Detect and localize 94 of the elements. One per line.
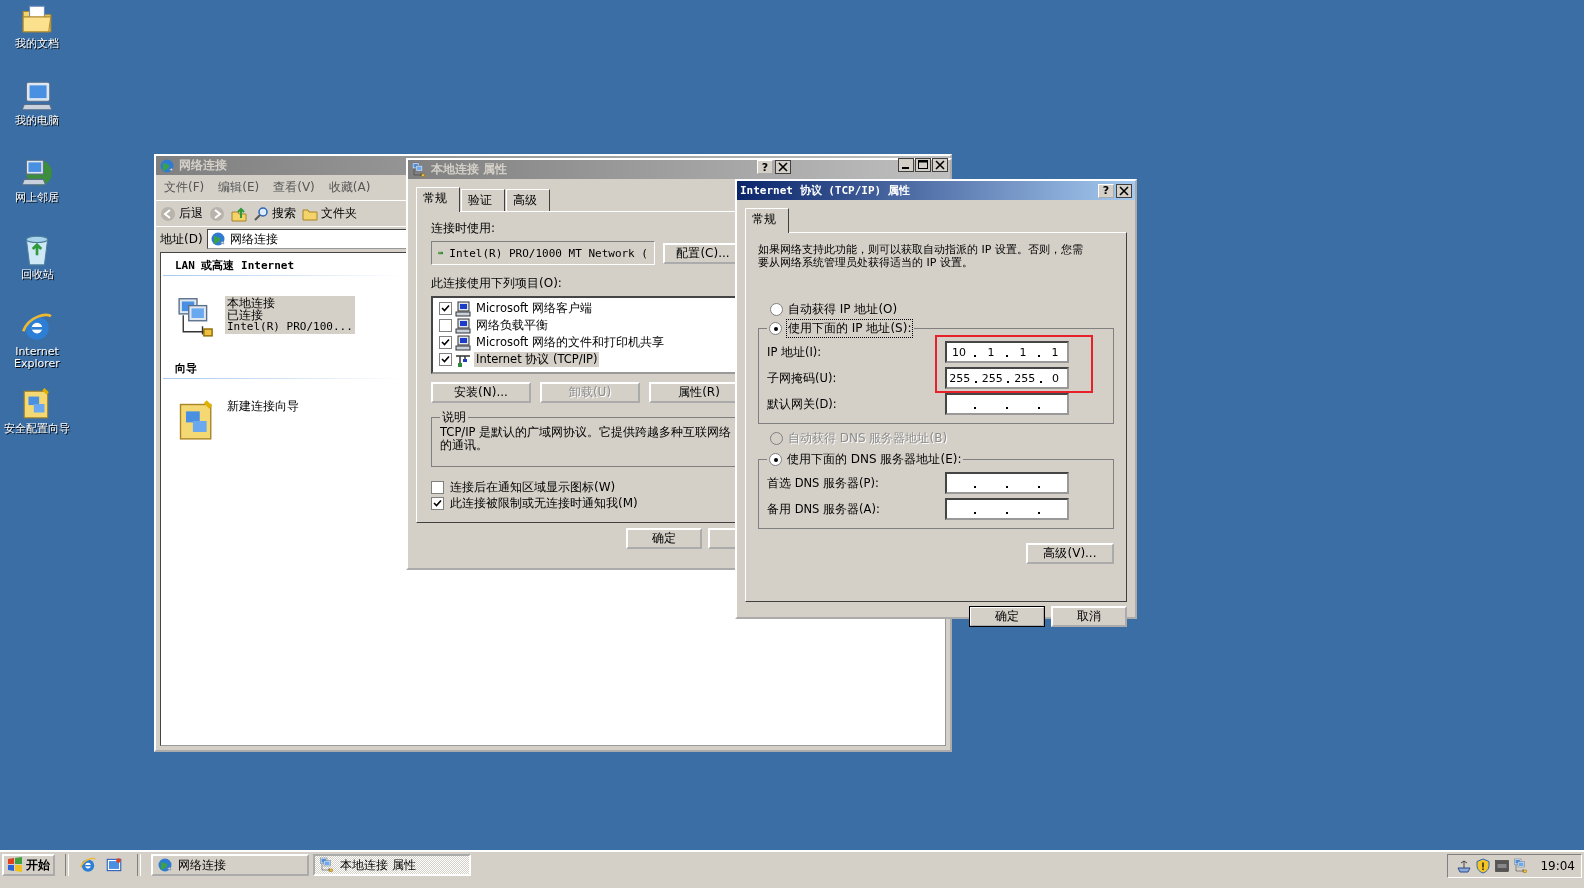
tab[interactable]: 常规 — [416, 187, 460, 212]
ok-button[interactable]: 确定 — [969, 606, 1045, 627]
field-label: 子网掩码(U): — [767, 370, 837, 386]
globe-icon — [159, 157, 175, 174]
checkbox-label[interactable]: 连接后在通知区域显示图标(W) — [450, 478, 616, 496]
virtual-machine-icon — [1494, 858, 1511, 874]
tab[interactable]: 高级 — [506, 189, 550, 211]
menu-item[interactable]: 查看(V) — [273, 179, 315, 196]
menu-item[interactable]: 编辑(E) — [218, 179, 260, 196]
checkbox[interactable] — [431, 496, 444, 510]
desktop-icon-label[interactable]: 回收站 — [4, 269, 70, 281]
globe-icon — [209, 231, 226, 247]
adapter-name: Intel(R) PRO/1000 MT Network ( — [449, 246, 648, 260]
window-title: 本地连接 属性 — [431, 161, 508, 178]
start-button[interactable]: 开始 — [2, 854, 55, 876]
address-label: 地址(D) — [160, 230, 203, 248]
cancel-button[interactable]: 取消 — [1051, 606, 1127, 627]
checkbox[interactable] — [439, 302, 452, 315]
globe-icon — [157, 857, 173, 873]
search-icon[interactable] — [253, 205, 269, 222]
clock: 19:04 — [1540, 859, 1575, 873]
component-item[interactable]: Internet 协议 (TCP/IP) — [474, 352, 600, 367]
checkbox-label[interactable]: 此连接被限制或无连接时通知我(M) — [450, 494, 638, 512]
taskbar-button[interactable]: 网络连接 — [151, 854, 309, 876]
tab[interactable]: 常规 — [745, 208, 789, 233]
computer-icon — [455, 300, 471, 317]
menu-item[interactable]: 收藏(A) — [328, 179, 371, 196]
checkbox[interactable] — [439, 353, 452, 366]
field-label: IP 地址(I): — [767, 344, 822, 360]
maximize-icon[interactable] — [915, 158, 931, 172]
help-button[interactable]: ? — [757, 160, 773, 174]
dns-address-field[interactable] — [945, 498, 1069, 520]
network-connection-icon — [411, 161, 427, 178]
computer-icon — [455, 334, 471, 351]
connect-using-label: 连接时使用: — [431, 220, 496, 237]
component-item[interactable]: Microsoft 网络客户端 — [474, 301, 594, 316]
component-item[interactable]: Microsoft 网络的文件和打印机共享 — [474, 335, 666, 350]
close-icon[interactable] — [775, 160, 791, 174]
tab[interactable]: 验证 — [461, 189, 505, 211]
desktop-icon-label[interactable]: 我的文档 — [4, 38, 70, 50]
intro-text: 如果网络支持此功能，则可以获取自动指派的 IP 设置。否则，您需要从网络系统管理员处获得适当的 IP 设置。 — [758, 243, 1084, 271]
network-icon[interactable] — [1456, 858, 1473, 874]
browser-icon — [79, 856, 97, 874]
component-item[interactable]: 网络负载平衡 — [474, 318, 550, 333]
dns-address-field[interactable] — [945, 472, 1069, 494]
checkbox[interactable] — [439, 336, 452, 349]
connection-item[interactable]: 本地连接 已连接 Intel(R) PRO/100... — [225, 296, 355, 334]
toolbar-button-label[interactable]: 后退 — [179, 205, 203, 222]
computer-icon — [455, 317, 471, 334]
ip-address-field[interactable] — [945, 393, 1069, 415]
minimize-icon[interactable] — [898, 158, 914, 172]
close-icon[interactable] — [1116, 183, 1132, 198]
taskbar-button[interactable]: 本地连接 属性 — [313, 854, 471, 876]
radio-button[interactable] — [769, 453, 782, 466]
field-label: 备用 DNS 服务器(A): — [767, 501, 880, 517]
help-button[interactable]: ? — [1098, 183, 1114, 198]
desktop-icon — [105, 856, 123, 874]
shield-icon — [1475, 858, 1492, 874]
ip-address-field[interactable]: 10 1 1 1 — [945, 341, 1069, 363]
ok-button[interactable]: 确定 — [626, 528, 702, 549]
field-label: 默认网关(D): — [767, 396, 837, 412]
window-title: Internet 协议 (TCP/IP) 属性 — [740, 183, 910, 198]
description-text: TCP/IP 是默认的广域网协议。它提供跨越多种互联网络 — [440, 426, 732, 439]
desktop-icon-label[interactable]: Internet Explorer — [4, 346, 70, 370]
group-title: 说明 — [441, 409, 467, 426]
dialog-button[interactable]: 安装(N)... — [431, 382, 531, 403]
desktop-icon-label[interactable]: 我的电脑 — [4, 115, 70, 127]
desktop-icon-label[interactable]: 安全配置向导 — [4, 423, 70, 435]
ip-address-field[interactable]: 255 255 255 0 — [945, 367, 1069, 389]
radio-label[interactable]: 自动获得 IP 地址(O) — [788, 301, 898, 318]
radio-button[interactable] — [769, 322, 782, 335]
checkbox[interactable] — [431, 480, 444, 494]
group-heading: LAN 或高速 Internet — [174, 258, 296, 274]
radio-button[interactable] — [770, 303, 783, 316]
windows-logo-icon — [7, 857, 23, 873]
network-connection-icon — [319, 857, 335, 873]
close-icon[interactable] — [932, 158, 948, 172]
group-heading: 向导 — [174, 361, 198, 377]
description-text: 的通讯。 — [440, 439, 488, 452]
radio-label[interactable]: 使用下面的 DNS 服务器地址(E): — [787, 451, 962, 468]
network-connection-icon — [1513, 858, 1530, 874]
radio-label[interactable]: 使用下面的 IP 地址(S): — [787, 320, 913, 337]
window-title: 网络连接 — [179, 157, 227, 174]
computer-icon — [20, 79, 54, 113]
toolbar-button-label[interactable]: 搜索 — [272, 205, 296, 222]
menu-item[interactable]: 文件(F) — [164, 179, 205, 196]
components-label: 此连接使用下列项目(O): — [431, 275, 562, 292]
desktop-icon-label[interactable]: 网上邻居 — [4, 192, 70, 204]
toolbar-button-label[interactable]: 文件夹 — [321, 205, 357, 222]
advanced-button[interactable]: 高级(V)... — [1026, 543, 1114, 564]
connection-item[interactable]: 新建连接向导 — [225, 399, 301, 413]
address-text: 网络连接 — [229, 230, 278, 248]
checkbox[interactable] — [439, 319, 452, 332]
field-label: 首选 DNS 服务器(P): — [767, 475, 879, 491]
